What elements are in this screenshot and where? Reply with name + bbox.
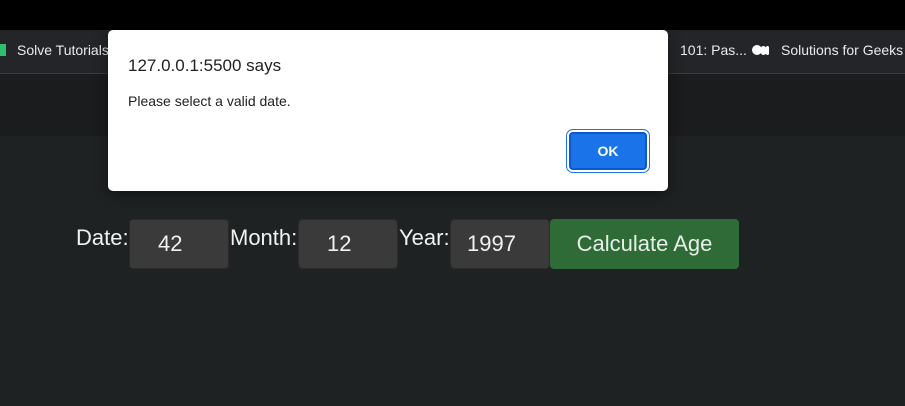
bookmark-favicon-icon bbox=[0, 44, 6, 56]
bookmark-solutions-for-geeks[interactable]: Solutions for Geeks bbox=[752, 42, 903, 58]
alert-dialog: 127.0.0.1:5500 says Please select a vali… bbox=[108, 30, 668, 191]
bookmark-label: 101: Pas... bbox=[680, 42, 747, 58]
browser-tab-strip bbox=[0, 0, 905, 30]
alert-message: Please select a valid date. bbox=[128, 93, 291, 109]
alert-origin: 127.0.0.1:5500 says bbox=[128, 56, 282, 75]
date-label: Date: bbox=[76, 225, 129, 250]
calculate-age-button[interactable]: Calculate Age bbox=[550, 219, 739, 269]
month-input[interactable]: 12 bbox=[298, 219, 398, 269]
month-label: Month: bbox=[230, 225, 298, 250]
bookmark-solve-tutorials[interactable]: Solve Tutorials bbox=[0, 42, 109, 58]
year-label: Year: bbox=[399, 225, 450, 250]
bookmark-label: Solve Tutorials bbox=[17, 42, 109, 58]
medium-logo-icon bbox=[752, 45, 769, 55]
bookmark-label: Solutions for Geeks bbox=[781, 42, 904, 58]
date-input[interactable]: 42 bbox=[129, 219, 229, 269]
ok-button[interactable]: OK bbox=[569, 132, 647, 170]
year-input[interactable]: 1997 bbox=[450, 219, 550, 269]
bookmark-101-pas[interactable]: 101: Pas... bbox=[680, 42, 747, 58]
